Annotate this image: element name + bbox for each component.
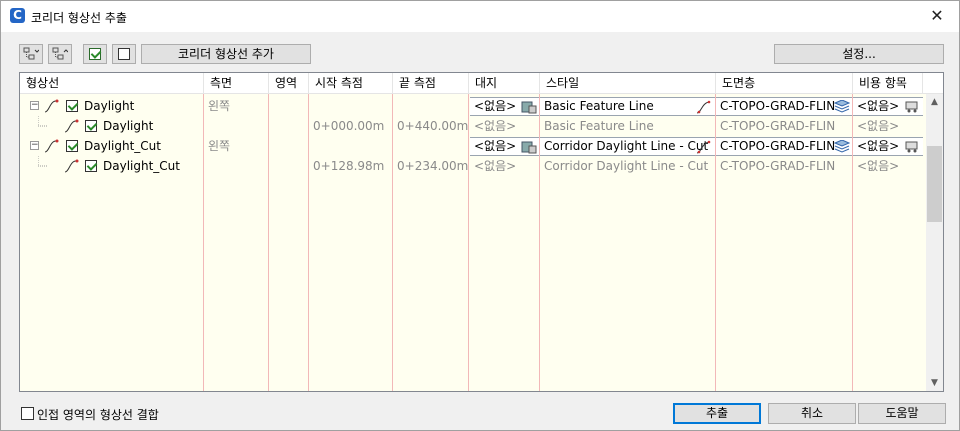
table-row[interactable]: − Daylight 왼쪽 <없음> Basic Feature Line C-… [20, 96, 923, 116]
site-value: <없음> [474, 159, 517, 173]
row-checkbox[interactable] [66, 140, 78, 152]
title-bar: C 코리더 형상선 추출 ✕ [1, 1, 959, 32]
dialog-title: 코리더 형상선 추출 [31, 11, 127, 25]
tree-connector [38, 116, 48, 127]
unchecked-box-icon [118, 48, 130, 60]
feature-line-name: Daylight_Cut [103, 159, 180, 173]
feature-line-icon [64, 119, 79, 133]
site-value: <없음> [474, 99, 517, 113]
style-value: Basic Feature Line [544, 119, 654, 133]
style-value: Corridor Daylight Line - Cut [544, 139, 709, 153]
feature-line-icon [64, 159, 79, 173]
layer-picker-icon[interactable] [834, 100, 850, 114]
feature-line-grid: 형상선 측면 영역 시작 측점 끝 측점 대지 스타일 도면층 비용 항목 − … [19, 72, 944, 392]
style-picker-icon[interactable] [696, 140, 712, 154]
start-station-value: 0+128.98m [313, 159, 385, 173]
start-station-value: 0+000.00m [313, 119, 385, 133]
site-field[interactable]: <없음> [470, 137, 539, 156]
vertical-scrollbar[interactable]: ▲ ▼ [926, 94, 943, 391]
feature-line-icon [44, 139, 59, 153]
pay-item-picker-icon[interactable] [905, 140, 921, 154]
style-field[interactable]: Basic Feature Line [540, 97, 715, 116]
site-field[interactable]: <없음> [470, 97, 539, 116]
tree-connector [38, 156, 48, 167]
site-picker-icon[interactable] [521, 100, 537, 114]
column-header-region[interactable]: 영역 [269, 73, 309, 94]
cancel-button[interactable]: 취소 [768, 403, 856, 424]
extract-button[interactable]: 추출 [673, 403, 761, 424]
side-value: 왼쪽 [208, 99, 231, 113]
column-header-start-station[interactable]: 시작 측점 [309, 73, 393, 94]
table-row[interactable]: Daylight_Cut 0+128.98m 0+234.00m <없음> Co… [20, 156, 923, 176]
pay-item-value: <없음> [857, 99, 900, 113]
expand-all-button[interactable] [19, 44, 43, 64]
end-station-value: 0+234.00m [397, 159, 469, 173]
row-checkbox[interactable] [66, 100, 78, 112]
close-icon[interactable]: ✕ [915, 1, 959, 31]
column-header-feature-line[interactable]: 형상선 [20, 73, 204, 94]
style-field[interactable]: Corridor Daylight Line - Cut [540, 137, 715, 156]
layer-picker-icon[interactable] [834, 140, 850, 154]
feature-line-name: Daylight [84, 99, 135, 113]
select-all-button[interactable] [83, 44, 107, 64]
site-value: <없음> [474, 119, 517, 133]
site-value: <없음> [474, 139, 517, 153]
style-picker-icon[interactable] [696, 100, 712, 114]
pay-item-value: <없음> [857, 119, 900, 133]
scroll-down-icon[interactable]: ▼ [926, 375, 943, 391]
pay-item-value: <없음> [857, 159, 900, 173]
help-button[interactable]: 도움말 [858, 403, 946, 424]
column-header-layer[interactable]: 도면층 [716, 73, 853, 94]
feature-line-name: Daylight [103, 119, 154, 133]
pay-item-picker-icon[interactable] [905, 100, 921, 114]
feature-line-icon [44, 99, 59, 113]
side-value: 왼쪽 [208, 139, 231, 153]
pay-item-field[interactable]: <없음> [853, 137, 923, 156]
layer-field[interactable]: C-TOPO-GRAD-FLIN [716, 137, 852, 156]
civil3d-app-icon: C [10, 8, 25, 23]
pay-item-value: <없음> [857, 139, 900, 153]
feature-line-name: Daylight_Cut [84, 139, 161, 153]
checked-box-icon [89, 48, 101, 60]
column-header-end-station[interactable]: 끝 측점 [393, 73, 469, 94]
table-row[interactable]: Daylight 0+000.00m 0+440.00m <없음> Basic … [20, 116, 923, 136]
merge-adjacent-label[interactable]: 인접 영역의 형상선 결합 [37, 406, 159, 423]
scroll-up-icon[interactable]: ▲ [926, 94, 943, 111]
layer-value: C-TOPO-GRAD-FLIN [720, 159, 836, 173]
table-row[interactable]: − Daylight_Cut 왼쪽 <없음> Corridor Daylight… [20, 136, 923, 156]
grid-header: 형상선 측면 영역 시작 측점 끝 측점 대지 스타일 도면층 비용 항목 [20, 73, 943, 94]
expand-tree-icon [23, 47, 39, 60]
column-header-style[interactable]: 스타일 [540, 73, 716, 94]
collapse-node-icon[interactable]: − [30, 141, 39, 150]
layer-field[interactable]: C-TOPO-GRAD-FLIN [716, 97, 852, 116]
collapse-tree-icon [52, 47, 68, 60]
style-value: Corridor Daylight Line - Cut [544, 159, 709, 173]
column-header-side[interactable]: 측면 [204, 73, 269, 94]
merge-adjacent-checkbox[interactable] [21, 407, 34, 420]
end-station-value: 0+440.00m [397, 119, 469, 133]
layer-value: C-TOPO-GRAD-FLIN [720, 119, 836, 133]
settings-button[interactable]: 설정... [774, 44, 944, 64]
clear-all-button[interactable] [112, 44, 136, 64]
collapse-node-icon[interactable]: − [30, 101, 39, 110]
layer-value: C-TOPO-GRAD-FLIN [720, 99, 836, 113]
site-picker-icon[interactable] [521, 140, 537, 154]
column-header-site[interactable]: 대지 [469, 73, 540, 94]
add-corridor-feature-line-button[interactable]: 코리더 형상선 추가 [141, 44, 311, 64]
row-checkbox[interactable] [85, 160, 97, 172]
collapse-all-button[interactable] [48, 44, 72, 64]
pay-item-field[interactable]: <없음> [853, 97, 923, 116]
style-value: Basic Feature Line [544, 99, 654, 113]
extract-feature-lines-dialog: C 코리더 형상선 추출 ✕ 코리더 형상선 추가 설정... 형상선 측면 영… [0, 0, 960, 431]
row-checkbox[interactable] [85, 120, 97, 132]
layer-value: C-TOPO-GRAD-FLIN [720, 139, 836, 153]
scrollbar-thumb[interactable] [927, 146, 942, 222]
column-header-pay-item[interactable]: 비용 항목 [853, 73, 923, 94]
